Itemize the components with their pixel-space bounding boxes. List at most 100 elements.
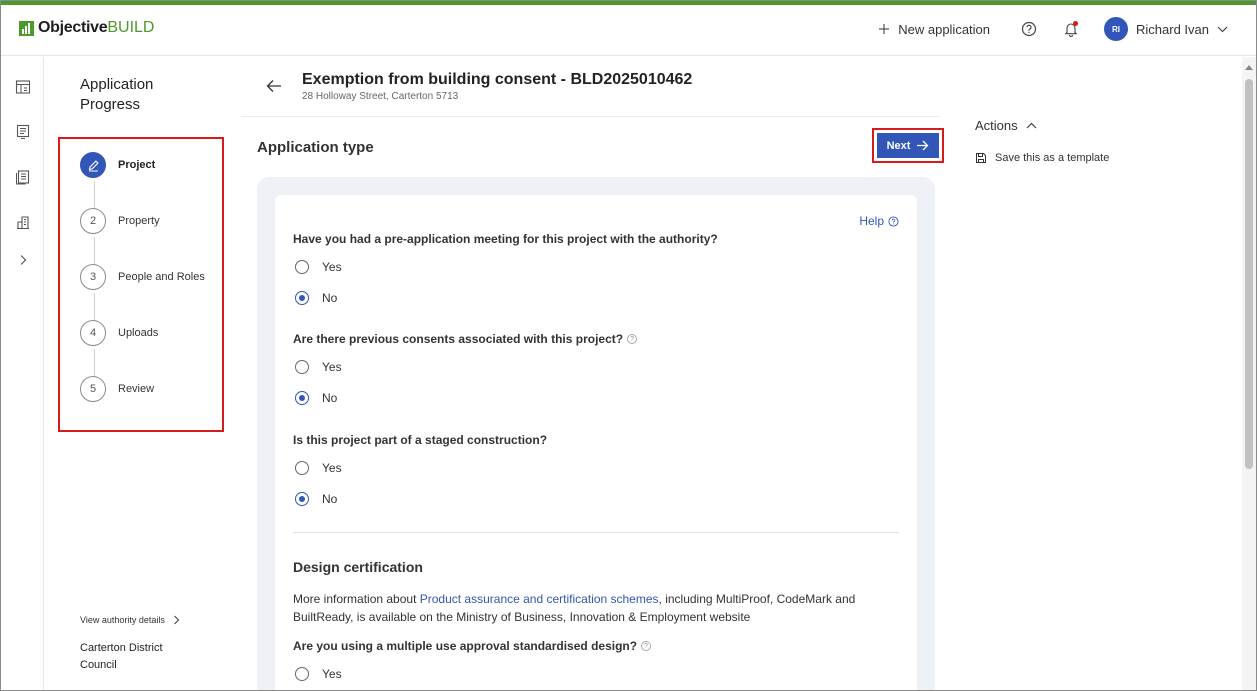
user-menu[interactable]: RI Richard Ivan <box>1104 17 1228 41</box>
step-number: 3 <box>80 264 106 290</box>
question-staged-construction: Is this project part of a staged constru… <box>293 433 548 447</box>
scrollbar-thumb[interactable] <box>1245 79 1253 469</box>
radio-label: Yes <box>322 360 342 374</box>
view-authority-details-link[interactable]: View authority details <box>80 615 180 625</box>
applications-list-icon[interactable] <box>15 124 31 140</box>
pencil-icon <box>80 152 106 178</box>
next-button-highlight: Next <box>872 128 944 163</box>
radio-previous-consents-no[interactable]: No <box>295 391 337 405</box>
step-connector <box>94 349 95 379</box>
next-button-label: Next <box>886 139 911 152</box>
new-application-button[interactable]: New application <box>878 22 990 37</box>
help-circle-icon[interactable] <box>1020 20 1038 38</box>
application-type-form: Help Have you had a pre-application meet… <box>275 195 917 690</box>
chevron-down-icon <box>1217 26 1228 32</box>
radio-label: No <box>322 391 338 405</box>
radio-button[interactable] <box>295 260 309 274</box>
radio-button[interactable] <box>295 492 309 506</box>
step-project[interactable]: Project <box>80 152 155 178</box>
radio-button[interactable] <box>295 360 309 374</box>
step-review[interactable]: 5 Review <box>80 376 154 402</box>
step-number: 4 <box>80 320 106 346</box>
design-certification-title: Design certification <box>293 559 423 575</box>
step-number: 2 <box>80 208 106 234</box>
step-connector <box>94 293 95 323</box>
radio-pre-application-yes[interactable]: Yes <box>295 260 342 274</box>
top-header: ObjectiveBUILD New application RI Richar… <box>1 5 1256 56</box>
save-template-label: Save this as a template <box>995 152 1110 164</box>
radio-staged-construction-yes[interactable]: Yes <box>295 461 342 475</box>
main-content: Exemption from building consent - BLD202… <box>241 57 944 690</box>
user-name: Richard Ivan <box>1136 21 1209 37</box>
arrow-right-icon <box>917 140 929 151</box>
help-circle-icon <box>888 215 899 227</box>
chevron-right-icon[interactable] <box>15 252 31 268</box>
save-icon <box>976 153 986 163</box>
question-help-icon[interactable]: ? <box>641 641 652 651</box>
page-address: 28 Holloway Street, Carterton 5713 <box>302 91 459 102</box>
buildings-icon[interactable] <box>15 214 31 230</box>
help-link[interactable]: Help <box>859 214 899 228</box>
new-application-label: New application <box>898 21 991 37</box>
radio-staged-construction-no[interactable]: No <box>295 492 337 506</box>
step-label: Property <box>118 215 160 227</box>
question-pre-application-meeting: Have you had a pre-application meeting f… <box>293 232 718 246</box>
help-label: Help <box>859 214 884 228</box>
radio-label: No <box>322 291 338 305</box>
radio-label: Yes <box>322 461 342 475</box>
radio-button[interactable] <box>295 461 309 475</box>
actions-toggle[interactable]: Actions <box>975 118 1037 133</box>
divider <box>241 116 941 117</box>
form-container: Help Have you had a pre-application meet… <box>257 177 935 690</box>
back-arrow-icon[interactable] <box>266 79 282 93</box>
divider <box>293 532 899 533</box>
application-progress-panel: Application Progress Project 2 Property … <box>44 57 240 690</box>
radio-previous-consents-yes[interactable]: Yes <box>295 360 342 374</box>
dashboard-icon[interactable] <box>15 79 31 95</box>
step-connector <box>94 237 95 267</box>
documents-icon[interactable] <box>15 169 31 185</box>
progress-steps: Project 2 Property 3 People and Roles 4 … <box>58 137 224 432</box>
chevron-up-icon <box>1026 122 1037 129</box>
side-rail <box>1 57 44 690</box>
radio-multiple-use-approval-yes[interactable]: Yes <box>295 667 342 681</box>
plus-icon <box>879 24 890 34</box>
logo-text: ObjectiveBUILD <box>38 19 155 36</box>
page-title: Exemption from building consent - BLD202… <box>302 71 693 88</box>
app-window: ObjectiveBUILD New application RI Richar… <box>0 0 1257 691</box>
design-certification-text: More information about Product assurance… <box>293 592 856 624</box>
vertical-scrollbar[interactable] <box>1242 57 1256 690</box>
step-uploads[interactable]: 4 Uploads <box>80 320 158 346</box>
avatar: RI <box>1104 17 1129 41</box>
scroll-up-arrow-icon[interactable] <box>1245 65 1253 70</box>
save-as-template-button[interactable]: Save this as a template <box>975 152 1109 164</box>
logo-mark-icon <box>19 20 34 36</box>
actions-panel: Actions Save this as a template <box>975 118 1109 164</box>
step-property[interactable]: 2 Property <box>80 208 160 234</box>
step-people-and-roles[interactable]: 3 People and Roles <box>80 264 205 290</box>
step-label: Uploads <box>118 327 159 339</box>
radio-label: No <box>322 492 338 506</box>
question-previous-consents: Are there previous consents associated w… <box>293 332 638 346</box>
authority-link-label: View authority details <box>80 615 165 625</box>
progress-title: Application Progress <box>80 76 154 113</box>
app-logo[interactable]: ObjectiveBUILD <box>19 19 154 37</box>
step-label: Project <box>118 159 156 171</box>
radio-button[interactable] <box>295 391 309 405</box>
chevron-right-icon <box>174 615 180 625</box>
authority-name: Carterton District Council <box>80 642 163 671</box>
header-actions: New application RI Richard Ivan <box>878 17 1228 41</box>
actions-title: Actions <box>975 118 1018 133</box>
radio-button[interactable] <box>295 667 309 681</box>
product-assurance-link[interactable]: Product assurance and certification sche… <box>420 592 659 606</box>
step-number: 5 <box>80 376 106 402</box>
step-label: People and Roles <box>118 271 205 283</box>
question-help-icon[interactable]: ? <box>627 334 638 344</box>
radio-label: Yes <box>322 667 342 681</box>
notification-bell-icon[interactable] <box>1062 20 1080 38</box>
step-connector <box>94 181 95 211</box>
radio-button[interactable] <box>295 291 309 305</box>
next-button[interactable]: Next <box>877 133 939 158</box>
question-multiple-use-approval: Are you using a multiple use approval st… <box>293 639 652 653</box>
radio-pre-application-no[interactable]: No <box>295 291 337 305</box>
